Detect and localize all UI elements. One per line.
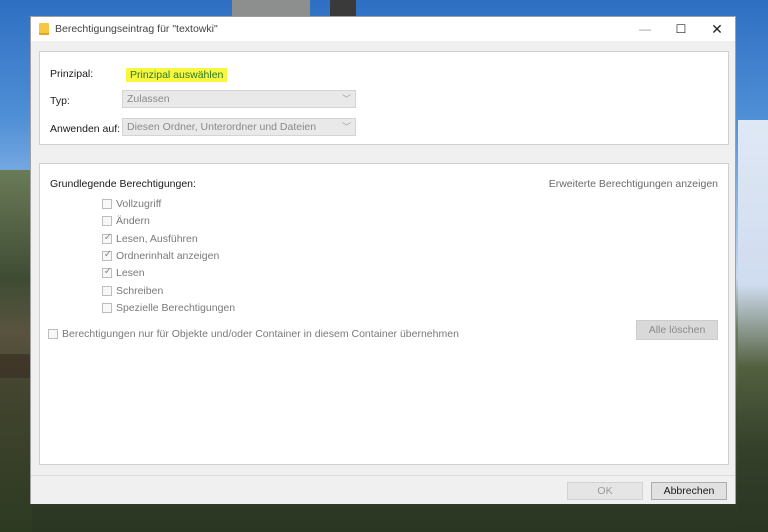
select-principal-link[interactable]: Prinzipal auswählen xyxy=(126,68,228,82)
type-dropdown[interactable]: Zulassen ﹀ xyxy=(122,90,356,108)
permission-entry-dialog: Berechtigungseintrag für "textowki" — ☐ … xyxy=(30,16,736,504)
principal-panel: Prinzipal: Prinzipal auswählen Typ: Zula… xyxy=(39,51,729,145)
permissions-panel: Grundlegende Berechtigungen: Erweiterte … xyxy=(39,163,729,465)
permission-label: Vollzugriff xyxy=(116,198,162,210)
chevron-down-icon: ﹀ xyxy=(341,94,351,104)
permission-label: Schreiben xyxy=(116,285,164,297)
advanced-permissions-link[interactable]: Erweiterte Berechtigungen anzeigen xyxy=(549,178,718,190)
permission-label: Ändern xyxy=(116,215,150,227)
check-icon: ✓ xyxy=(103,232,113,243)
checkbox[interactable] xyxy=(102,199,112,209)
chevron-down-icon: ﹀ xyxy=(341,122,351,132)
bell-tower xyxy=(330,0,356,16)
checkbox[interactable]: ✓ xyxy=(102,249,113,261)
close-icon[interactable]: ✕ xyxy=(699,17,735,41)
check-icon: ✓ xyxy=(103,266,113,277)
castle-tower xyxy=(232,0,310,16)
permission-label: Lesen, Ausführen xyxy=(116,233,198,245)
checkbox[interactable] xyxy=(102,303,112,313)
apply-to-dropdown[interactable]: Diesen Ordner, Unterordner und Dateien ﹀ xyxy=(122,118,356,136)
maximize-icon[interactable]: ☐ xyxy=(663,17,699,41)
ok-button[interactable]: OK xyxy=(567,482,643,500)
permission-label: Spezielle Berechtigungen xyxy=(116,302,236,314)
background-landscape-right xyxy=(738,120,768,532)
apply-to-dropdown-value: Diesen Ordner, Unterordner und Dateien xyxy=(127,121,317,133)
apply-to-label: Anwenden auf: xyxy=(50,123,121,135)
permission-label: Lesen xyxy=(116,267,145,279)
checkbox[interactable] xyxy=(102,286,112,296)
principal-label: Prinzipal: xyxy=(50,68,94,80)
type-dropdown-value: Zulassen xyxy=(127,93,170,105)
window-title: Berechtigungseintrag für "textowki" xyxy=(55,23,218,35)
inherit-checkbox[interactable] xyxy=(48,329,58,339)
inherit-label: Berechtigungen nur für Objekte und/oder … xyxy=(62,328,459,340)
cancel-button[interactable]: Abbrechen xyxy=(651,482,727,500)
permission-label: Ordnerinhalt anzeigen xyxy=(116,250,220,262)
background-landscape-left xyxy=(0,170,32,532)
title-bar[interactable]: Berechtigungseintrag für "textowki" — ☐ … xyxy=(31,17,735,41)
checkbox[interactable]: ✓ xyxy=(102,266,113,278)
checkbox[interactable] xyxy=(102,216,112,226)
minimize-icon[interactable]: — xyxy=(627,17,663,41)
check-icon: ✓ xyxy=(103,249,113,260)
clear-all-button[interactable]: Alle löschen xyxy=(636,320,718,340)
background-bridge xyxy=(0,354,32,378)
dialog-footer: OK Abbrechen xyxy=(31,475,735,504)
basic-permissions-heading: Grundlegende Berechtigungen: xyxy=(50,178,196,190)
type-label: Typ: xyxy=(50,95,70,107)
folder-icon xyxy=(39,23,49,35)
checkbox[interactable]: ✓ xyxy=(102,232,113,244)
